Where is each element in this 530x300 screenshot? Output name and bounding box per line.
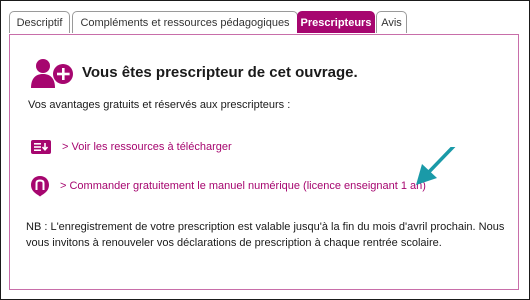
pointer-arrow-icon [416, 147, 456, 185]
digital-manual-label[interactable]: > Commander gratuitement le manuel numér… [60, 180, 426, 192]
tab-avis[interactable]: Avis [376, 11, 407, 33]
prescription-note: NB : L'enregistrement de votre prescript… [26, 221, 505, 249]
prescripteurs-widget: Descriptif Compléments et ressources péd… [0, 0, 530, 300]
download-resources-icon [31, 140, 51, 154]
digital-manual-link[interactable]: > Commander gratuitement le manuel numér… [30, 175, 426, 197]
tab-descriptif[interactable]: Descriptif [9, 11, 70, 33]
digital-manual-icon [31, 176, 49, 197]
add-user-icon [31, 59, 73, 88]
tab-complements[interactable]: Compléments et ressources pédagogiques [72, 11, 298, 33]
tab-prescripteurs[interactable]: Prescripteurs [297, 11, 375, 33]
tab-panel-prescripteurs: Vous êtes prescripteur de cet ouvrage. V… [9, 34, 519, 290]
benefits-heading: Vos avantages gratuits et réservés aux p… [28, 99, 291, 111]
page-title: Vous êtes prescripteur de cet ouvrage. [82, 64, 358, 81]
download-resources-label[interactable]: > Voir les ressources à télécharger [62, 141, 232, 153]
download-resources-link[interactable]: > Voir les ressources à télécharger [30, 138, 232, 156]
